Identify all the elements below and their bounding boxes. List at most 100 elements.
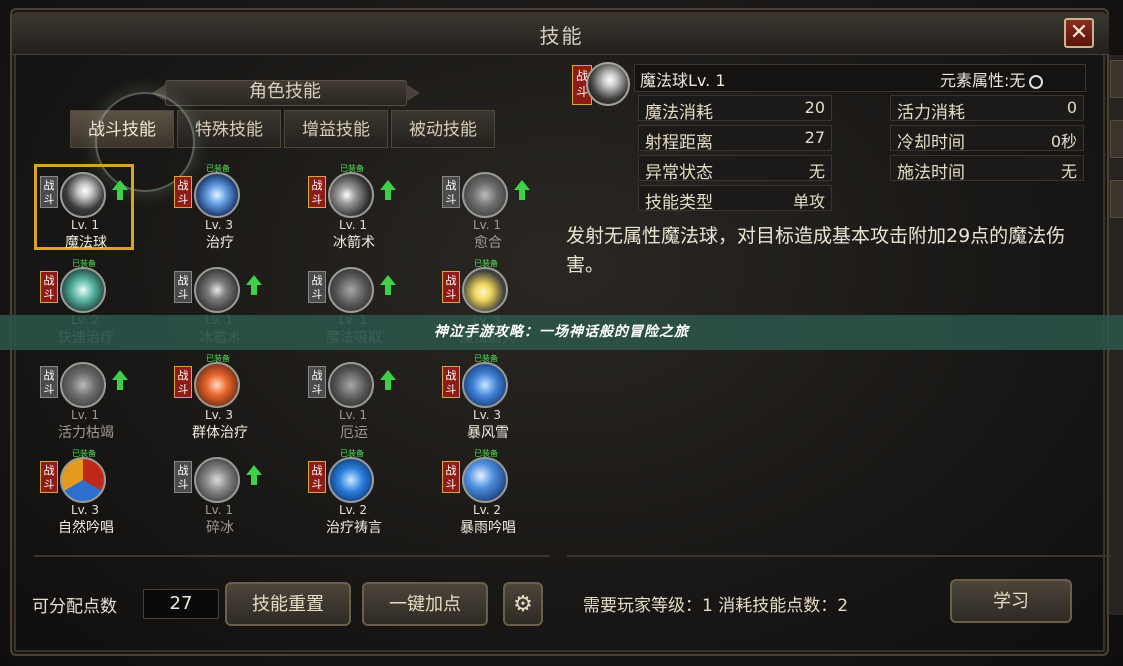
available-points-value: 27 [143,589,219,619]
skill-slot[interactable]: 战斗 已装备 Lv. 3 暴风雪 [432,350,562,445]
skill-slot[interactable]: 战斗 已装备 Lv. 2 暴雨吟唱 [432,445,562,540]
quick-heal-icon[interactable] [60,267,106,313]
skill-name: 碎冰 [206,520,234,536]
upgrade-arrow-icon [380,180,396,200]
skill-slot[interactable]: 战斗 Lv. 1 碎冰 [164,445,294,540]
skill-level: Lv. 1 [472,218,502,232]
nature-chant-icon[interactable] [60,457,106,503]
overlay-banner-text: 神泣手游攻略：一场神话般的冒险之旅 [434,324,689,340]
upgrade-arrow-icon [514,180,530,200]
tab-buff[interactable]: 增益技能 [284,110,388,148]
ice-arrow-icon[interactable] [328,172,374,218]
skill-level: Lv. 3 [204,408,234,422]
skill-slot[interactable]: 战斗 Lv. 1 活力枯竭 [30,350,160,445]
equipped-tag: 已装备 [72,449,96,458]
role-skills-title: 角色技能 [249,81,321,102]
learn-button[interactable]: 学习 [950,579,1072,623]
skill-name: 群体治疗 [192,425,248,441]
skill-level: Lv. 1 [70,408,100,422]
close-icon: ✕ [1069,20,1089,45]
detail-skill-name: 魔法球Lv. 1 [640,71,726,90]
side-chip [1110,60,1123,98]
skill-name: 治疗 [206,235,234,251]
stat-cast-time: 施法时间无 [890,155,1084,183]
upgrade-arrow-icon [380,370,396,390]
gear-icon: ⚙ [513,592,533,617]
skill-level: Lv. 3 [204,218,234,232]
skill-slot[interactable]: 战斗 已装备 Lv. 2 治疗祷言 [298,445,428,540]
skill-name: 厄运 [340,425,368,441]
equipped-tag: 已装备 [474,449,498,458]
magic-orb-icon[interactable] [60,172,106,218]
detail-element-label: 元素属性:无 [940,71,1026,90]
skill-slot[interactable]: 战斗 已装备 Lv. 1 冰箭术 [298,160,428,255]
upgrade-arrow-icon [112,180,128,200]
upgrade-arrow-icon [112,370,128,390]
skill-name: 愈合 [474,235,502,251]
available-points-label: 可分配点数 [32,597,117,617]
category-tag: 战斗 [308,461,326,493]
category-tag: 战斗 [308,176,326,208]
skill-name: 暴风雪 [467,425,509,441]
skill-level: Lv. 1 [204,503,234,517]
settings-button[interactable]: ⚙ [503,582,543,626]
stat-mana-cost: 魔法消耗 20 [638,95,832,123]
auto-add-points-button[interactable]: 一键加点 [362,582,488,626]
mend-icon[interactable] [462,172,508,218]
category-tag: 战斗 [174,176,192,208]
skill-slot[interactable]: 战斗 Lv. 1 魔法球 [30,160,160,255]
magic-orb-icon [586,62,630,106]
magic-missile-icon[interactable] [462,267,508,313]
side-chip [1110,120,1123,158]
category-tag: 战斗 [174,271,192,303]
equipped-tag: 已装备 [474,354,498,363]
heal-cross-icon[interactable] [194,172,240,218]
skill-level: Lv. 3 [70,503,100,517]
skill-level: Lv. 1 [338,218,368,232]
skill-name: 冰箭术 [333,235,375,251]
window-title: 技能 [539,24,584,48]
skill-level: Lv. 1 [338,408,368,422]
skill-description: 发射无属性魔法球，对目标造成基本攻击附加29点的魔法伤害。 [566,225,1066,276]
ice-shatter-icon[interactable] [194,457,240,503]
skill-level: Lv. 2 [472,503,502,517]
blizzard-icon[interactable] [462,362,508,408]
doom-icon[interactable] [328,362,374,408]
equipped-tag: 已装备 [206,164,230,173]
mana-drain-icon[interactable] [328,267,374,313]
category-tag: 战斗 [40,461,58,493]
skill-name: 自然吟唱 [58,520,114,536]
tab-passive[interactable]: 被动技能 [391,110,495,148]
category-tag: 战斗 [442,176,460,208]
vitality-drain-icon[interactable] [60,362,106,408]
skill-slot[interactable]: 战斗 Lv. 1 愈合 [432,160,562,255]
skill-level: Lv. 2 [338,503,368,517]
stat-status-effect: 异常状态无 [638,155,832,183]
element-none-icon [1029,74,1044,89]
category-tag: 战斗 [308,271,326,303]
skill-name: 魔法球 [65,235,107,251]
close-button[interactable]: ✕ [1064,18,1094,48]
category-tag: 战斗 [442,461,460,493]
skill-level: Lv. 1 [70,218,100,232]
upgrade-arrow-icon [380,275,396,295]
category-tag: 战斗 [40,271,58,303]
category-tag: 战斗 [442,271,460,303]
skill-name: 暴雨吟唱 [460,520,516,536]
healing-prayer-icon[interactable] [328,457,374,503]
reset-skills-button[interactable]: 技能重置 [225,582,351,626]
equipped-tag: 已装备 [340,164,364,173]
mass-heal-icon[interactable] [194,362,240,408]
skill-slot[interactable]: 战斗 已装备 Lv. 3 治疗 [164,160,294,255]
skill-slot[interactable]: 战斗 Lv. 1 厄运 [298,350,428,445]
skill-slot[interactable]: 战斗 已装备 Lv. 3 自然吟唱 [30,445,160,540]
detail-element: 元素属性:无 [940,67,1044,91]
stat-range: 射程距离 27 [638,125,832,153]
upgrade-arrow-icon [246,275,262,295]
equipped-tag: 已装备 [474,259,498,268]
category-tag: 战斗 [40,366,58,398]
hail-icon[interactable] [194,267,240,313]
rain-chant-icon[interactable] [462,457,508,503]
stat-cooldown: 冷却时间 0秒 [890,125,1084,153]
skill-slot[interactable]: 战斗 已装备 Lv. 3 群体治疗 [164,350,294,445]
